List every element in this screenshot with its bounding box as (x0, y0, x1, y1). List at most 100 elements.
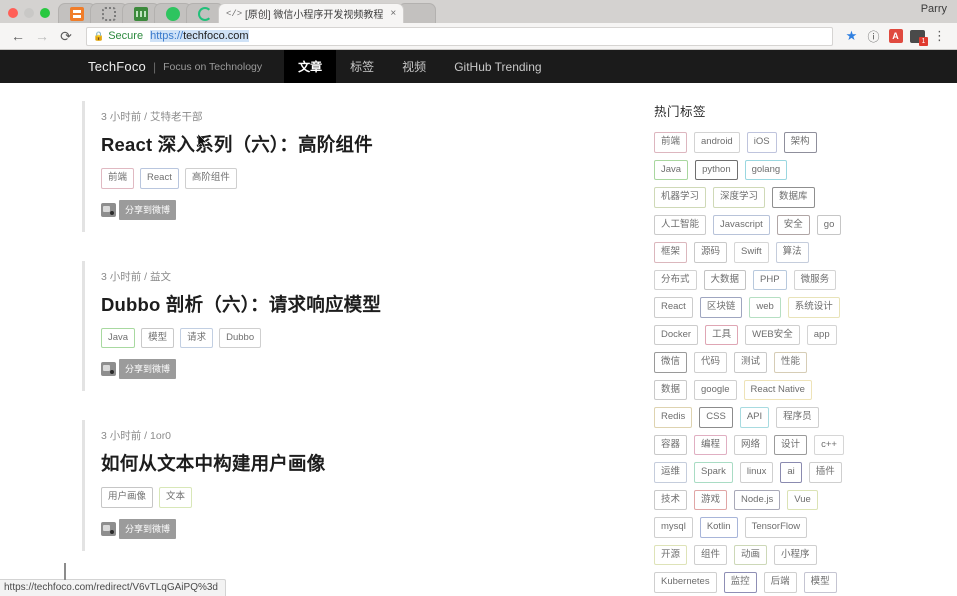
browser-tab-active[interactable]: </> [原创] 微信小程序开发视频教程 × (218, 3, 405, 23)
hot-tag[interactable]: Redis (654, 407, 693, 428)
hot-tag[interactable]: Kubernetes (654, 572, 717, 593)
article-card[interactable]: 3 小时前 / 1or0 如何从文本中构建用户画像 用户画像 文本 分享到微博 (82, 420, 592, 551)
hot-tag[interactable]: 深度学习 (713, 187, 766, 208)
share-to-weibo-button[interactable]: 分享到微博 (101, 518, 177, 539)
nav-item-github-trending[interactable]: GitHub Trending (440, 50, 555, 83)
hot-tag[interactable]: 算法 (775, 242, 809, 263)
share-to-weibo-button[interactable]: 分享到微博 (101, 359, 177, 380)
hot-tag[interactable]: 运维 (654, 462, 688, 483)
article-tag[interactable]: 用户画像 (101, 487, 154, 508)
article-tag[interactable]: Java (101, 327, 136, 349)
hot-tag[interactable]: python (695, 159, 738, 180)
hot-tag[interactable]: React (654, 297, 693, 318)
article-tag[interactable]: Dubbo (219, 327, 262, 349)
article-tag[interactable]: 模型 (141, 327, 175, 349)
back-button[interactable]: ← (8, 26, 28, 46)
nav-item-videos[interactable]: 视频 (388, 50, 440, 83)
hot-tag[interactable]: 性能 (774, 352, 808, 373)
hot-tag[interactable]: CSS (699, 407, 733, 428)
article-title[interactable]: 如何从文本中构建用户画像 (101, 452, 592, 475)
hot-tag[interactable]: 小程序 (774, 544, 817, 565)
site-brand[interactable]: TechFoco (88, 59, 146, 74)
article-tag[interactable]: 高阶组件 (184, 168, 237, 189)
hot-tag[interactable]: 技术 (654, 489, 688, 510)
article-tag[interactable]: 文本 (159, 487, 193, 508)
hot-tag[interactable]: Node.js (734, 489, 781, 510)
hot-tag[interactable]: app (806, 324, 837, 345)
hot-tag[interactable]: golang (744, 159, 788, 180)
hot-tag[interactable]: React Native (743, 379, 812, 400)
profile-name[interactable]: Parry (921, 3, 947, 15)
hot-tag[interactable]: 前端 (654, 132, 688, 153)
hot-tag[interactable]: Javascript (713, 214, 770, 235)
nav-item-articles[interactable]: 文章 (284, 50, 337, 83)
maximize-window-button[interactable] (40, 8, 50, 18)
hot-tag[interactable]: 系统设计 (787, 297, 840, 318)
article-tag[interactable]: React (140, 168, 179, 189)
hot-tag[interactable]: google (694, 379, 737, 400)
address-bar[interactable]: 🔒 Secure https://techfoco.com (86, 26, 833, 46)
hot-tag[interactable]: 大数据 (703, 269, 747, 290)
close-window-button[interactable] (8, 8, 18, 18)
reload-button[interactable]: ⟳ (56, 26, 76, 46)
hot-tag[interactable]: 数据 (654, 379, 688, 400)
hot-tag[interactable]: ai (780, 462, 802, 483)
close-icon[interactable]: × (390, 8, 396, 19)
hot-tag[interactable]: 工具 (705, 324, 739, 345)
hot-tag[interactable]: Vue (787, 489, 818, 510)
hot-tag[interactable]: 微信 (654, 352, 688, 373)
extension-badge-icon[interactable]: 1 (908, 27, 928, 46)
hot-tag[interactable]: 人工智能 (654, 214, 707, 235)
hot-tag[interactable]: TensorFlow (744, 517, 808, 538)
hot-tag[interactable]: 区块链 (699, 297, 743, 318)
hot-tag[interactable]: 开源 (654, 544, 688, 565)
info-circle-icon[interactable]: ⓘ (864, 27, 883, 46)
article-title[interactable]: Dubbo 剖析（六）：请求响应模型 (101, 293, 592, 316)
hot-tag[interactable]: 设计 (774, 434, 808, 455)
share-to-weibo-button[interactable]: 分享到微博 (101, 199, 177, 220)
hot-tag[interactable]: 容器 (654, 434, 688, 455)
article-tag[interactable]: 前端 (101, 168, 135, 189)
hot-tag[interactable]: 分布式 (654, 269, 697, 290)
hot-tag[interactable]: c++ (814, 434, 844, 455)
hot-tag[interactable]: Docker (654, 324, 699, 345)
hot-tag[interactable]: 安全 (776, 214, 810, 235)
hot-tag[interactable]: 监控 (723, 572, 757, 593)
star-icon[interactable]: ★ (842, 27, 861, 46)
hot-tag[interactable]: 程序员 (776, 407, 819, 428)
hot-tag[interactable]: 游戏 (694, 489, 728, 510)
article-tag[interactable]: 请求 (180, 327, 214, 349)
hot-tag[interactable]: 组件 (694, 544, 728, 565)
hot-tag[interactable]: 后端 (763, 572, 797, 593)
extension-a-icon[interactable] (886, 27, 905, 46)
hot-tag[interactable]: 源码 (694, 242, 728, 263)
forward-button[interactable]: → (32, 26, 52, 46)
hot-tag[interactable]: Spark (694, 462, 733, 483)
minimize-window-button[interactable] (24, 8, 34, 18)
hot-tag[interactable]: 插件 (808, 462, 842, 483)
kebab-menu-icon[interactable]: ⋮ (930, 27, 949, 46)
article-card[interactable]: 3 小时前 / 艾特老干部 React 深入系列（六）：高阶组件 前端 Reac… (82, 101, 592, 232)
hot-tag[interactable]: 机器学习 (654, 187, 707, 208)
hot-tag[interactable]: mysql (654, 517, 693, 538)
hot-tag[interactable]: go (816, 214, 842, 235)
article-card[interactable]: 3 小时前 / 益文 Dubbo 剖析（六）：请求响应模型 Java 模型 请求… (82, 260, 592, 392)
hot-tag[interactable]: android (694, 132, 740, 153)
hot-tag[interactable]: API (739, 407, 770, 428)
hot-tag[interactable]: 微服务 (793, 269, 837, 290)
hot-tag[interactable]: 框架 (654, 242, 688, 263)
hot-tag[interactable]: 数据库 (772, 187, 815, 208)
hot-tag[interactable]: PHP (753, 269, 787, 290)
nav-item-tags[interactable]: 标签 (336, 50, 388, 83)
address-bar-url[interactable]: https://techfoco.com (150, 30, 249, 42)
hot-tag[interactable]: 动画 (734, 544, 768, 565)
hot-tag[interactable]: 测试 (734, 352, 768, 373)
hot-tag[interactable]: 编程 (694, 434, 728, 455)
hot-tag[interactable]: 架构 (783, 132, 817, 153)
article-title[interactable]: React 深入系列（六）：高阶组件 (101, 133, 592, 156)
hot-tag[interactable]: Java (654, 159, 689, 180)
hot-tag[interactable]: web (749, 297, 781, 318)
hot-tag[interactable]: Kotlin (699, 517, 738, 538)
hot-tag[interactable]: 模型 (803, 572, 837, 593)
hot-tag[interactable]: 代码 (694, 352, 728, 373)
